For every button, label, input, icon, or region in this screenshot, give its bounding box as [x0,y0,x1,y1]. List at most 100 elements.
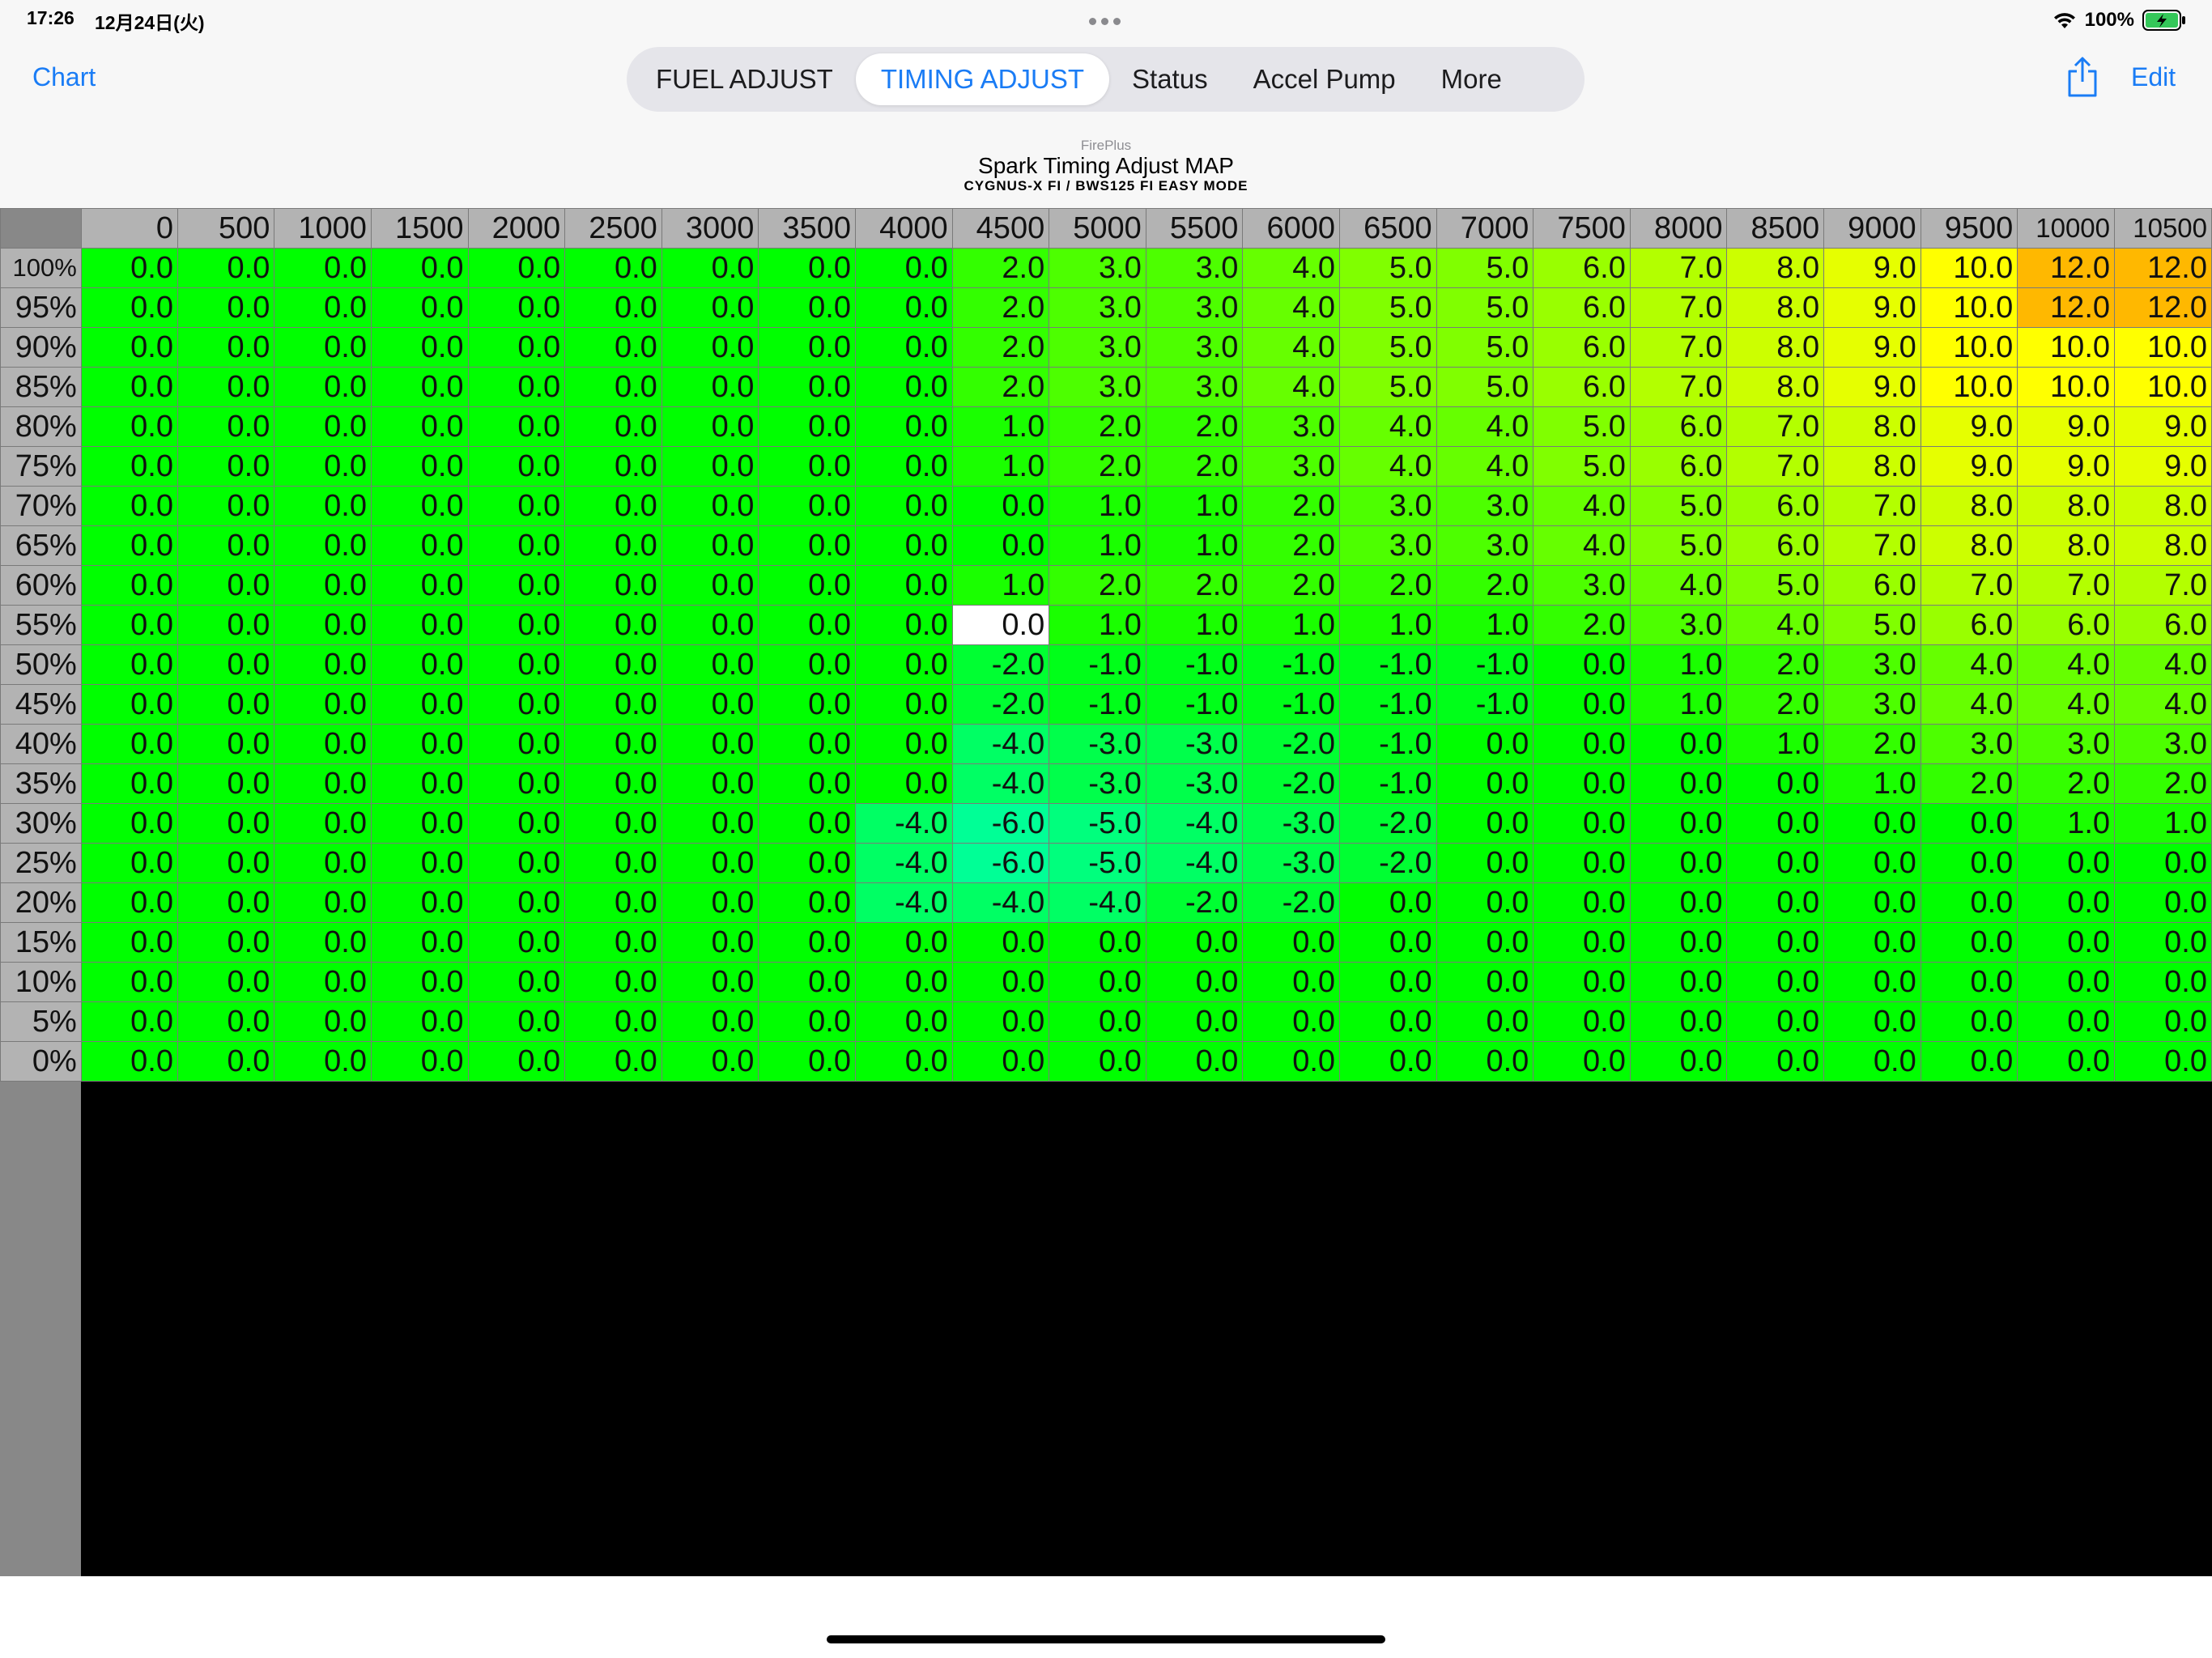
map-cell[interactable]: 0.0 [855,525,953,566]
map-cell[interactable]: 0.0 [370,446,469,487]
map-cell[interactable]: 9.0 [1823,248,1921,288]
map-cell[interactable]: 0.0 [467,922,566,963]
map-cell[interactable]: 0.0 [564,1041,662,1082]
map-cell[interactable]: 0.0 [661,684,759,725]
tab-more[interactable]: More [1419,53,1525,105]
map-cell[interactable]: 5.0 [1629,486,1728,526]
map-cell[interactable]: -1.0 [1145,684,1244,725]
map-cell[interactable]: 1.0 [1629,684,1728,725]
map-cell[interactable]: 0.0 [80,1001,179,1042]
map-cell[interactable]: 0.0 [370,684,469,725]
map-cell[interactable]: 1.0 [1049,525,1146,566]
map-cell[interactable]: 0.0 [274,724,372,764]
map-cell[interactable]: 0.0 [80,763,179,804]
map-cell[interactable]: 0.0 [274,486,372,526]
map-cell[interactable]: 0.0 [274,525,372,566]
map-cell[interactable]: 1.0 [1145,605,1244,645]
map-cell[interactable]: 6.0 [1533,367,1631,407]
map-cell[interactable]: 12.0 [2017,287,2116,328]
map-cell[interactable]: 0.0 [564,367,662,407]
map-cell[interactable]: 0.0 [1629,724,1728,764]
map-cell[interactable]: 0.0 [80,843,179,883]
map-cell[interactable]: 0.0 [855,565,953,606]
map-cell[interactable]: 2.0 [1242,486,1341,526]
map-cell[interactable]: 0.0 [1533,763,1631,804]
map-cell[interactable]: 0.0 [951,525,1050,566]
map-cell[interactable]: 0.0 [758,1041,856,1082]
map-cell[interactable]: -3.0 [1049,763,1146,804]
map-cell[interactable]: 0.0 [274,1001,372,1042]
map-cell[interactable]: 0.0 [2114,962,2212,1002]
map-cell[interactable]: 0.0 [2017,962,2116,1002]
map-cell[interactable]: 0.0 [370,962,469,1002]
map-cell[interactable]: 0.0 [467,248,566,288]
map-cell[interactable]: 5.0 [1339,327,1437,368]
map-cell[interactable]: 0.0 [661,605,759,645]
map-cell[interactable]: 4.0 [1242,367,1341,407]
map-cell[interactable]: -4.0 [1145,803,1244,844]
map-cell[interactable]: 0.0 [1920,922,2018,963]
map-cell[interactable]: 5.0 [1823,605,1921,645]
map-cell[interactable]: 0.0 [1533,962,1631,1002]
map-cell[interactable]: 0.0 [661,644,759,685]
map-cell[interactable]: 6.0 [1920,605,2018,645]
map-cell[interactable]: 0.0 [80,406,179,447]
map-cell[interactable]: 0.0 [661,1001,759,1042]
map-cell[interactable]: 0.0 [370,327,469,368]
map-cell[interactable]: 0.0 [564,724,662,764]
map-cell[interactable]: 0.0 [661,724,759,764]
map-cell[interactable]: 0.0 [467,446,566,487]
map-cell[interactable]: 0.0 [80,565,179,606]
map-cell[interactable]: 6.0 [2114,605,2212,645]
map-cell[interactable]: 2.0 [1920,763,2018,804]
map-cell[interactable]: 3.0 [1145,327,1244,368]
map-cell[interactable]: 0.0 [564,406,662,447]
map-cell[interactable]: 0.0 [1823,1041,1921,1082]
map-cell[interactable]: 2.0 [2017,763,2116,804]
home-indicator[interactable] [827,1635,1385,1643]
map-cell[interactable]: 0.0 [80,525,179,566]
map-cell[interactable]: 6.0 [1533,248,1631,288]
map-cell[interactable]: 0.0 [758,446,856,487]
map-cell[interactable]: 6.0 [1533,327,1631,368]
map-cell[interactable]: 2.0 [1242,565,1341,606]
map-cell[interactable]: -1.0 [1242,684,1341,725]
map-cell[interactable]: 3.0 [1920,724,2018,764]
map-cell[interactable]: 1.0 [1436,605,1534,645]
map-cell[interactable]: 4.0 [2017,644,2116,685]
map-cell[interactable]: 0.0 [1145,922,1244,963]
map-cell[interactable]: 0.0 [758,644,856,685]
map-cell[interactable]: 0.0 [2114,1041,2212,1082]
map-cell[interactable]: 9.0 [1823,287,1921,328]
map-cell[interactable]: -4.0 [1145,843,1244,883]
map-cell[interactable]: 9.0 [1823,367,1921,407]
map-cell[interactable]: 0.0 [177,803,275,844]
map-cell[interactable]: 0.0 [2114,882,2212,923]
map-cell[interactable]: 0.0 [1533,684,1631,725]
map-cell-selected[interactable]: 0.0 [951,605,1050,645]
map-cell[interactable]: 0.0 [758,962,856,1002]
map-cell[interactable]: 0.0 [1726,1041,1825,1082]
map-cell[interactable]: 0.0 [2017,1041,2116,1082]
map-cell[interactable]: 0.0 [855,367,953,407]
map-cell[interactable]: 2.0 [1049,565,1146,606]
map-cell[interactable]: 0.0 [274,882,372,923]
map-cell[interactable]: 0.0 [1726,962,1825,1002]
map-cell[interactable]: 0.0 [274,684,372,725]
map-cell[interactable]: 0.0 [1049,962,1146,1002]
map-cell[interactable]: 7.0 [1823,525,1921,566]
map-cell[interactable]: 0.0 [1145,1041,1244,1082]
map-cell[interactable]: 0.0 [951,1041,1050,1082]
map-cell[interactable]: 0.0 [1726,763,1825,804]
map-cell[interactable]: 0.0 [1533,882,1631,923]
map-cell[interactable]: 7.0 [1823,486,1921,526]
map-cell[interactable]: 0.0 [274,1041,372,1082]
map-cell[interactable]: 0.0 [370,605,469,645]
map-cell[interactable]: 0.0 [467,565,566,606]
map-cell[interactable]: 0.0 [177,1001,275,1042]
map-cell[interactable]: 8.0 [1726,327,1825,368]
map-cell[interactable]: 0.0 [1049,922,1146,963]
map-cell[interactable]: -3.0 [1145,763,1244,804]
map-cell[interactable]: 4.0 [2017,684,2116,725]
map-cell[interactable]: -1.0 [1339,763,1437,804]
